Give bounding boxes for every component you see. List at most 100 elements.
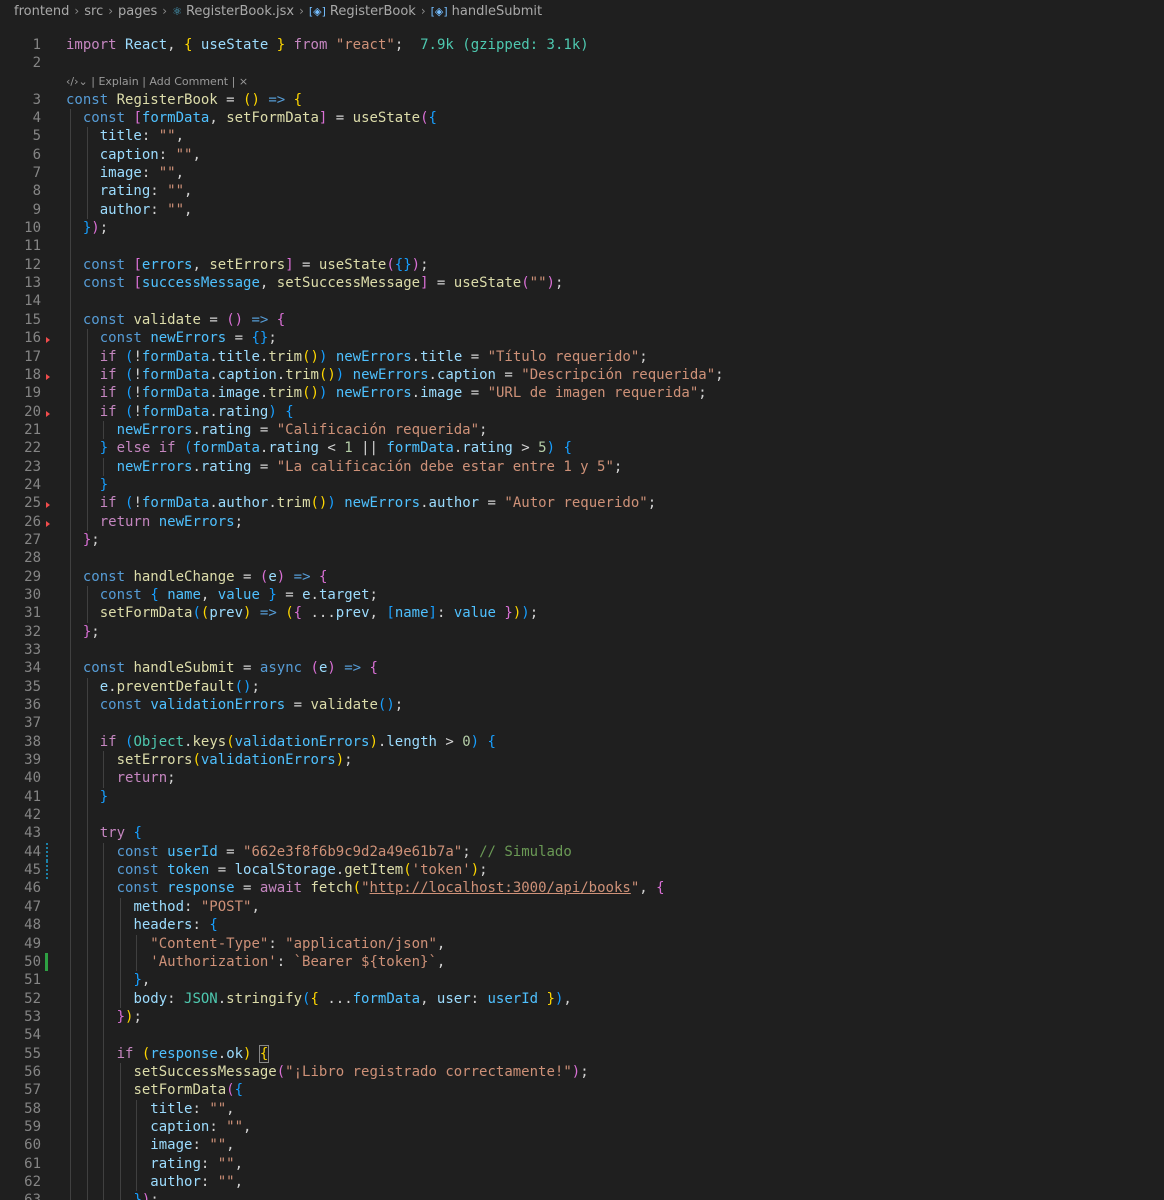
breadcrumb-item-pages[interactable]: pages <box>118 4 157 19</box>
code-line[interactable]: 33 <box>0 641 1164 660</box>
symbol-variable-icon: [◈] <box>308 4 326 18</box>
code-line[interactable]: 61 rating: "", <box>0 1154 1164 1173</box>
code-line[interactable]: 23 newErrors.rating = "La calificación d… <box>0 457 1164 476</box>
code-line[interactable]: 31 setFormData((prev) => ({ ...prev, [na… <box>0 604 1164 623</box>
line-number: 55 <box>24 1045 41 1062</box>
code-line[interactable]: 14 <box>0 292 1164 311</box>
code-line[interactable]: 47 method: "POST", <box>0 897 1164 917</box>
code-line[interactable]: 48 headers: { <box>0 916 1164 935</box>
code-line[interactable]: 2 <box>0 54 1164 72</box>
code-line[interactable]: 39 setErrors(validationErrors); <box>0 751 1164 770</box>
code-line[interactable]: 7 image: "", <box>0 164 1164 183</box>
code-line[interactable]: 57 setFormData({ <box>0 1081 1164 1100</box>
code-line[interactable]: 32 }; <box>0 622 1164 641</box>
line-number: 52 <box>24 990 41 1007</box>
code-line[interactable]: 21 newErrors.rating = "Calificación requ… <box>0 420 1164 440</box>
error-marker-icon[interactable] <box>46 337 50 344</box>
line-number: 35 <box>24 678 41 695</box>
code-line[interactable]: 29 const handleChange = (e) => { <box>0 567 1164 586</box>
line-number: 46 <box>24 880 41 897</box>
string-literal: "POST" <box>200 898 252 915</box>
modified-line-marker[interactable] <box>46 861 48 880</box>
line-number: 43 <box>24 825 41 842</box>
code-line[interactable]: 17 if (!formData.title.trim()) newErrors… <box>0 347 1164 366</box>
code-line[interactable]: 18 if (!formData.caption.trim()) newErro… <box>0 365 1164 385</box>
add-comment-link[interactable]: Add Comment <box>149 75 228 88</box>
code-line[interactable]: 1 import React, { useState } from "react"… <box>0 36 1164 54</box>
code-line[interactable]: 58 title: "", <box>0 1099 1164 1118</box>
line-number: 29 <box>24 568 41 585</box>
api-url-link[interactable]: http://localhost:3000/api/books <box>370 880 631 896</box>
code-line[interactable]: 27 }; <box>0 530 1164 550</box>
code-line[interactable]: 15 const validate = () => { <box>0 310 1164 330</box>
code-line[interactable]: 63 }); <box>0 1191 1164 1200</box>
line-number: 40 <box>24 770 41 787</box>
code-line[interactable]: 6 caption: "", <box>0 145 1164 165</box>
code-line[interactable]: 52 body: JSON.stringify({ ...formData, u… <box>0 989 1164 1008</box>
code-line[interactable]: 16 const newErrors = {}; <box>0 329 1164 348</box>
code-line[interactable]: 36 const validationErrors = validate(); <box>0 696 1164 715</box>
breadcrumb-item-function[interactable]: handleSubmit <box>452 4 542 19</box>
code-line[interactable]: 22 } else if (formData.rating < 1 || for… <box>0 439 1164 458</box>
line-number: 17 <box>24 348 41 365</box>
line-number: 38 <box>24 733 41 750</box>
breadcrumb-item-src[interactable]: src <box>84 4 103 19</box>
code-line[interactable]: 30 const { name, value } = e.target; <box>0 585 1164 605</box>
modified-line-marker[interactable] <box>46 842 48 861</box>
breadcrumb-item-file[interactable]: RegisterBook.jsx <box>186 4 294 19</box>
code-line[interactable]: 51 }, <box>0 971 1164 990</box>
code-line[interactable]: 19 if (!formData.image.trim()) newErrors… <box>0 384 1164 403</box>
code-line[interactable]: 50 'Authorization': `Bearer ${token}`, <box>0 952 1164 972</box>
added-line-marker[interactable] <box>45 952 48 971</box>
line-number: 60 <box>24 1137 41 1154</box>
code-line[interactable]: 12 const [errors, setErrors] = useState(… <box>0 255 1164 275</box>
code-line[interactable]: 43 try { <box>0 824 1164 843</box>
code-line[interactable]: 60 image: "", <box>0 1136 1164 1155</box>
code-line[interactable]: 55 if (response.ok) { <box>0 1044 1164 1063</box>
code-line[interactable]: 5 title: "", <box>0 127 1164 146</box>
code-line[interactable]: 26 return newErrors; <box>0 512 1164 531</box>
code-line[interactable]: 42 <box>0 806 1164 825</box>
code-line[interactable]: 49 "Content-Type": "application/json", <box>0 934 1164 953</box>
line-number: 56 <box>24 1063 41 1080</box>
breadcrumb-item-component[interactable]: RegisterBook <box>330 4 416 19</box>
code-line[interactable]: 62 author: "", <box>0 1172 1164 1192</box>
code-line[interactable]: 3 const RegisterBook = () => { <box>0 91 1164 109</box>
explain-link[interactable]: Explain <box>98 75 138 88</box>
code-line[interactable]: 4 const [formData, setFormData] = useSta… <box>0 109 1164 128</box>
line-number: 26 <box>24 513 41 530</box>
code-line[interactable]: 59 caption: "", <box>0 1117 1164 1137</box>
code-line[interactable]: 9 author: "", <box>0 200 1164 220</box>
error-marker-icon[interactable] <box>46 373 50 380</box>
code-editor[interactable]: 1 import React, { useState } from "react"… <box>0 36 1164 1200</box>
error-marker-icon[interactable] <box>46 410 50 417</box>
code-line[interactable]: 38 if (Object.keys(validationErrors).len… <box>0 732 1164 752</box>
code-line[interactable]: 45 const token = localStorage.getItem('t… <box>0 861 1164 880</box>
code-line[interactable]: 20 if (!formData.rating) { <box>0 402 1164 421</box>
code-line[interactable]: 35 e.preventDefault(); <box>0 677 1164 697</box>
close-icon[interactable]: × <box>239 75 248 88</box>
code-line[interactable]: 11 <box>0 237 1164 256</box>
line-number: 44 <box>24 843 41 860</box>
line-number: 57 <box>24 1082 41 1099</box>
breadcrumb-item-frontend[interactable]: frontend <box>14 4 69 19</box>
code-line[interactable]: 10 }); <box>0 219 1164 238</box>
code-line[interactable]: 24 } <box>0 475 1164 495</box>
code-line[interactable]: 25 if (!formData.author.trim()) newError… <box>0 494 1164 513</box>
code-line[interactable]: 34 const handleSubmit = async (e) => { <box>0 659 1164 678</box>
error-marker-icon[interactable] <box>46 520 50 527</box>
code-line[interactable]: 40 return; <box>0 769 1164 788</box>
error-marker-icon[interactable] <box>46 502 50 509</box>
code-line[interactable]: 53 }); <box>0 1007 1164 1027</box>
code-line[interactable]: 44 const userId = "662e3f8f6b9c9d2a49e61… <box>0 842 1164 862</box>
symbol-variable-icon: [◈] <box>430 4 448 18</box>
code-line[interactable]: 37 <box>0 714 1164 733</box>
code-line[interactable]: 56 setSuccessMessage("¡Libro registrado … <box>0 1062 1164 1082</box>
code-line[interactable]: 8 rating: "", <box>0 182 1164 201</box>
code-icon[interactable]: ‹/›⌄ <box>66 75 88 88</box>
code-line[interactable]: 46 const response = await fetch("http://… <box>0 879 1164 898</box>
code-line[interactable]: 54 <box>0 1026 1164 1045</box>
code-line[interactable]: 28 <box>0 549 1164 568</box>
code-line[interactable]: 13 const [successMessage, setSuccessMess… <box>0 274 1164 293</box>
code-line[interactable]: 41 } <box>0 787 1164 807</box>
